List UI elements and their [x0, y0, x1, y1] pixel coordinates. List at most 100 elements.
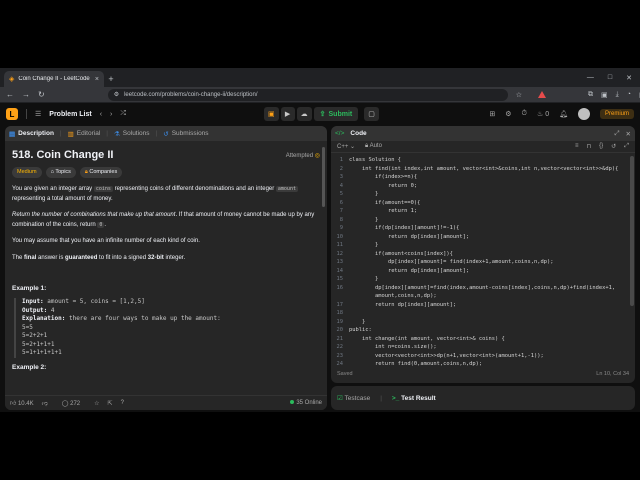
code-line[interactable]: 21 int change(int amount, vector<int>& c… [331, 335, 635, 344]
close-code-icon[interactable]: ✕ [626, 130, 631, 138]
back-icon[interactable]: ← [6, 90, 14, 99]
timer-icon[interactable]: ⏱ [521, 110, 526, 118]
debug-icon[interactable]: ▣ [264, 107, 279, 121]
tab-solutions[interactable]: ⚗ Solutions [114, 130, 150, 138]
code-line[interactable]: 3 if(index>=n){ [331, 173, 635, 182]
maximize-button[interactable]: □ [608, 74, 612, 81]
fire-icon: ♨ [536, 111, 544, 118]
profile-icon[interactable]: ◔ [627, 91, 631, 98]
extensions-icon[interactable]: ⧉ [588, 91, 593, 99]
download-icon[interactable]: ⤓ [616, 91, 619, 99]
next-problem-icon[interactable]: › [110, 111, 112, 118]
premium-button[interactable]: Premium [599, 109, 634, 119]
shuffle-icon[interactable]: ⤮ [120, 110, 126, 118]
run-button[interactable]: ▶ [280, 107, 295, 121]
avatar[interactable] [577, 108, 590, 120]
line-number: 6 [339, 199, 343, 206]
code-line[interactable]: 7 return 1; [331, 207, 635, 216]
settings-icon[interactable]: ⚙ [505, 110, 511, 118]
dislike-icon[interactable]: 👎︎ [42, 399, 48, 407]
code-line[interactable]: 10 return dp[index][amount]; [331, 233, 635, 242]
rewards-triangle-icon[interactable] [537, 91, 546, 98]
code-panel: </> Code ⤢ ✕ C++ ⌄ 🔒︎ Auto ≡ ⊓ {} ↺ ⤢ 1c… [331, 126, 635, 383]
reload-icon[interactable]: ↻ [38, 90, 45, 99]
code-line[interactable]: 5 } [331, 190, 635, 199]
minimize-button[interactable]: — [587, 74, 594, 81]
code-line[interactable]: 20 public: [331, 326, 635, 335]
topics-label: Topics [55, 169, 71, 175]
code-line[interactable]: 4 return 0; [331, 182, 635, 191]
wallet-icon[interactable]: ▣ [601, 91, 608, 99]
format-icon[interactable]: ≡ [575, 143, 579, 150]
prev-problem-icon[interactable]: ‹ [100, 111, 102, 118]
reset-icon[interactable]: ↺ [611, 143, 616, 150]
leetcode-logo-icon[interactable]: L [6, 108, 18, 120]
line-number: 12 [336, 250, 344, 257]
upload-icon[interactable]: ☁ [296, 107, 312, 121]
tab-testcase[interactable]: ☑ Testcase [337, 394, 370, 402]
share-icon[interactable]: ⇱ [108, 400, 113, 407]
tab-test-result[interactable]: >_ Test Result [392, 395, 436, 402]
code-line[interactable]: 22 int n=coins.size(); [331, 343, 635, 352]
code-line[interactable]: 6 if(amount==0){ [331, 199, 635, 208]
code-line[interactable]: amount,coins,n,dp); [331, 292, 635, 301]
comments-button[interactable]: ◯ 272 [62, 400, 80, 407]
code-line[interactable]: 15 } [331, 275, 635, 284]
code-line[interactable]: 2 int find(int index,int amount, vector<… [331, 165, 635, 174]
tab-editorial[interactable]: ▥ Editorial [68, 130, 101, 138]
new-tab-button[interactable]: + [104, 71, 118, 87]
list-icon[interactable]: ☰ [35, 110, 41, 118]
letterbox-bottom [0, 412, 640, 480]
line-number: 16 [336, 284, 344, 291]
maximize-code-icon[interactable]: ⤢ [614, 130, 619, 138]
code-line[interactable]: 14 return dp[index][amount]; [331, 267, 635, 276]
code-line[interactable]: 9 if(dp[index][amount]!=-1){ [331, 224, 635, 233]
line-number: 22 [336, 344, 344, 350]
code-line[interactable]: 24 return find(0,amount,coins,n,dp); [331, 360, 635, 367]
page-title[interactable]: 518. Coin Change II [12, 149, 113, 161]
code-line[interactable]: 13 dp[index][amount]= find(index+1,amoun… [331, 258, 635, 267]
submit-button[interactable]: ⇪ Submit [313, 107, 359, 121]
code-line[interactable]: 1 class Solution { [331, 156, 635, 165]
url-field[interactable]: ⚙ leetcode.com/problems/coin-change-ii/d… [107, 88, 508, 101]
braces-icon[interactable]: {} [599, 143, 603, 150]
tab-submissions[interactable]: ↺ Submissions [163, 130, 208, 138]
code-line[interactable]: 8 } [331, 216, 635, 225]
description-scrollbar[interactable] [322, 147, 325, 207]
tab-description[interactable]: ▤ Description [9, 130, 54, 138]
problem-list-link[interactable]: Problem List [49, 111, 91, 118]
close-window-button[interactable]: ✕ [626, 74, 632, 82]
bookmark-icon[interactable]: ⊓ [586, 143, 591, 150]
code-text: vector<vector<int>>dp(n+1,vector<int>(am… [349, 352, 544, 359]
fullscreen-icon[interactable]: ⤢ [624, 143, 629, 150]
code-line[interactable]: 17 return dp[index][amount]; [331, 301, 635, 310]
like-button[interactable]: 👍︎ 10.4K [10, 399, 34, 407]
example-input: Input: amount = 5, coins = [1,2,5] [22, 298, 320, 307]
code-editor[interactable]: 1 class Solution {2 int find(int index,in… [331, 153, 635, 367]
auto-mode-toggle[interactable]: 🔒︎ Auto [365, 143, 382, 150]
line-number: 10 [336, 233, 344, 240]
line-number: 20 [336, 327, 344, 333]
notes-icon[interactable]: ▢ [364, 107, 379, 121]
close-tab-icon[interactable]: × [95, 76, 99, 83]
editor-scrollbar[interactable] [630, 156, 634, 306]
language-select[interactable]: C++ ⌄ [337, 143, 355, 150]
streak-counter[interactable]: ♨ 0 [537, 110, 549, 118]
site-info-icon[interactable]: ⚙ [114, 91, 119, 98]
layout-icon[interactable]: ⊞ [489, 110, 495, 118]
companies-chip[interactable]: 🔒︎ Companies [79, 167, 123, 178]
code-line[interactable]: 19 } [331, 318, 635, 327]
code-line[interactable]: 23 vector<vector<int>>dp(n+1,vector<int>… [331, 352, 635, 361]
code-line[interactable]: 16 dp[index][amount]=find(index,amount-c… [331, 284, 635, 293]
favorite-star-icon[interactable]: ☆ [94, 400, 99, 407]
notification-bell-icon[interactable]: 🔔︎ [559, 110, 568, 118]
code-line[interactable]: 11 } [331, 241, 635, 250]
browser-tab[interactable]: ◈ Coin Change II - LeetCode × [4, 71, 104, 87]
forward-icon[interactable]: → [22, 90, 30, 99]
code-line[interactable]: 18 [331, 309, 635, 318]
topics-chip[interactable]: ⌂ Topics [45, 167, 76, 178]
code-line[interactable]: 12 if(amount<coins[index]){ [331, 250, 635, 259]
bookmark-star-icon[interactable]: ☆ [516, 91, 522, 99]
code-text: public: [349, 327, 372, 333]
help-icon[interactable]: ? [121, 400, 124, 406]
